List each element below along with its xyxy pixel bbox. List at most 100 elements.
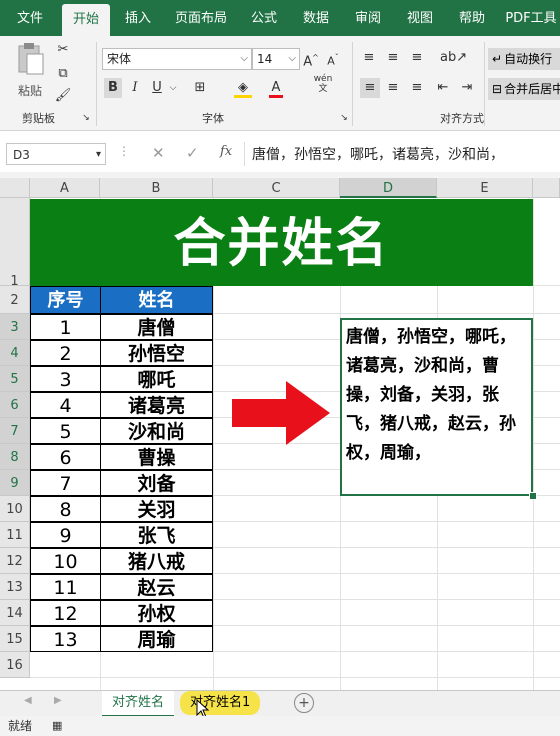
- column-header-f[interactable]: [533, 178, 560, 198]
- row-header[interactable]: 1: [0, 198, 30, 289]
- align-middle-icon[interactable]: ≡: [384, 48, 402, 68]
- merged-names-cell[interactable]: 唐僧，孙悟空，哪吒，诸葛亮，沙和尚，曹操，刘备，关羽，张飞，猪八戒，赵云，孙权，…: [340, 318, 533, 496]
- tab-review[interactable]: 审阅: [346, 0, 390, 36]
- tab-home[interactable]: 开始: [62, 4, 110, 36]
- tab-page-layout[interactable]: 页面布局: [170, 0, 232, 36]
- bold-button[interactable]: B: [104, 78, 122, 98]
- name-cell[interactable]: 诸葛亮: [100, 392, 213, 418]
- column-header-a[interactable]: A: [30, 178, 100, 198]
- name-cell[interactable]: 孙悟空: [100, 340, 213, 366]
- increase-indent-icon[interactable]: ⇥: [458, 78, 476, 98]
- row-header[interactable]: 3: [0, 314, 30, 340]
- row-header[interactable]: 12: [0, 548, 30, 574]
- name-cell[interactable]: 猪八戒: [100, 548, 213, 574]
- chevron-down-icon[interactable]: ⌵: [168, 78, 178, 98]
- add-sheet-icon[interactable]: +: [294, 693, 314, 713]
- format-painter-icon[interactable]: 🖌: [54, 86, 72, 106]
- enter-icon[interactable]: ✓: [186, 144, 199, 162]
- orientation-icon[interactable]: ab↗: [440, 48, 467, 68]
- index-cell[interactable]: 1: [30, 314, 101, 340]
- index-cell[interactable]: 13: [30, 626, 101, 652]
- fill-color-icon[interactable]: ◈: [232, 78, 254, 98]
- formula-input[interactable]: 唐僧，孙悟空，哪吒，诸葛亮，沙和尚，: [252, 144, 504, 164]
- name-cell[interactable]: 赵云: [100, 574, 213, 600]
- tab-pdf-tools[interactable]: PDF工具: [502, 0, 560, 36]
- underline-button[interactable]: U: [148, 78, 166, 98]
- name-cell[interactable]: 刘备: [100, 470, 213, 496]
- row-header[interactable]: 9: [0, 470, 30, 496]
- name-cell[interactable]: 唐僧: [100, 314, 213, 340]
- index-cell[interactable]: 11: [30, 574, 101, 600]
- font-color-icon[interactable]: A: [266, 78, 286, 98]
- tab-data[interactable]: 数据: [294, 0, 338, 36]
- index-cell[interactable]: 12: [30, 600, 101, 626]
- row-header[interactable]: 14: [0, 600, 30, 626]
- wrap-text-button[interactable]: ↵ 自动换行: [488, 48, 560, 70]
- name-cell[interactable]: 曹操: [100, 444, 213, 470]
- tab-insert[interactable]: 插入: [116, 0, 160, 36]
- index-cell[interactable]: 7: [30, 470, 101, 496]
- row-header[interactable]: 11: [0, 522, 30, 548]
- name-cell[interactable]: 沙和尚: [100, 418, 213, 444]
- worksheet-grid[interactable]: A B C D E 1 2 3 4 5 6 7 8 9 10 11 12 13 14 15 16 合并姓名 序…: [0, 178, 560, 690]
- align-left-icon[interactable]: ≡: [360, 78, 380, 98]
- font-size-dropdown[interactable]: 14 ⌵: [252, 48, 300, 70]
- index-cell[interactable]: 10: [30, 548, 101, 574]
- index-cell[interactable]: 2: [30, 340, 101, 366]
- macro-record-icon[interactable]: ▦: [52, 716, 62, 736]
- header-index[interactable]: 序号: [30, 286, 101, 314]
- paste-button[interactable]: 粘贴: [10, 42, 50, 102]
- column-header-d[interactable]: D: [340, 178, 437, 198]
- row-header[interactable]: 7: [0, 418, 30, 444]
- row-header[interactable]: 2: [0, 286, 30, 314]
- italic-button[interactable]: I: [126, 78, 144, 98]
- row-header[interactable]: 10: [0, 496, 30, 522]
- row-header[interactable]: 8: [0, 444, 30, 470]
- insert-function-icon[interactable]: fx: [220, 144, 232, 159]
- tab-help[interactable]: 帮助: [450, 0, 494, 36]
- row-header[interactable]: 16: [0, 652, 30, 678]
- column-header-c[interactable]: C: [213, 178, 340, 198]
- select-all-corner[interactable]: [0, 178, 30, 198]
- index-cell[interactable]: 4: [30, 392, 101, 418]
- row-header[interactable]: 5: [0, 366, 30, 392]
- align-bottom-icon[interactable]: ≡: [408, 48, 426, 68]
- index-cell[interactable]: 6: [30, 444, 101, 470]
- row-header[interactable]: 4: [0, 340, 30, 366]
- sheet-tab-active[interactable]: 对齐姓名: [102, 691, 175, 717]
- row-header[interactable]: 6: [0, 392, 30, 418]
- index-cell[interactable]: 9: [30, 522, 101, 548]
- decrease-indent-icon[interactable]: ⇤: [434, 78, 452, 98]
- name-box[interactable]: D3 ▾: [6, 143, 106, 165]
- name-cell[interactable]: 周瑜: [100, 626, 213, 652]
- name-cell[interactable]: 关羽: [100, 496, 213, 522]
- index-cell[interactable]: 5: [30, 418, 101, 444]
- decrease-font-icon[interactable]: Aˇ: [324, 48, 342, 72]
- index-cell[interactable]: 8: [30, 496, 101, 522]
- tab-view[interactable]: 视图: [398, 0, 442, 36]
- font-name-dropdown[interactable]: 宋体 ⌵: [102, 48, 252, 70]
- phonetic-icon[interactable]: wén 文: [310, 74, 336, 94]
- dialog-launcher-icon[interactable]: ↘: [338, 108, 350, 128]
- sheet-tab-2[interactable]: 对齐姓名1: [180, 691, 261, 715]
- scroll-right-icon[interactable]: ▶: [54, 695, 62, 706]
- tab-file[interactable]: 文件: [8, 0, 52, 36]
- name-cell[interactable]: 哪吒: [100, 366, 213, 392]
- column-header-e[interactable]: E: [437, 178, 533, 198]
- row-header[interactable]: 13: [0, 574, 30, 600]
- cut-icon[interactable]: ✂: [54, 40, 72, 60]
- cancel-icon[interactable]: ✕: [152, 144, 165, 162]
- fill-handle[interactable]: [529, 492, 537, 500]
- align-top-icon[interactable]: ≡: [360, 48, 378, 68]
- index-cell[interactable]: 3: [30, 366, 101, 392]
- tab-formulas[interactable]: 公式: [242, 0, 286, 36]
- align-center-icon[interactable]: ≡: [384, 78, 402, 98]
- borders-icon[interactable]: ⊞: [190, 78, 210, 98]
- banner-title[interactable]: 合并姓名: [30, 199, 533, 286]
- increase-font-icon[interactable]: A^: [302, 48, 320, 72]
- scroll-left-icon[interactable]: ◀: [24, 695, 32, 706]
- row-header[interactable]: 15: [0, 626, 30, 652]
- align-right-icon[interactable]: ≡: [408, 78, 426, 98]
- name-cell[interactable]: 孙权: [100, 600, 213, 626]
- column-header-b[interactable]: B: [100, 178, 213, 198]
